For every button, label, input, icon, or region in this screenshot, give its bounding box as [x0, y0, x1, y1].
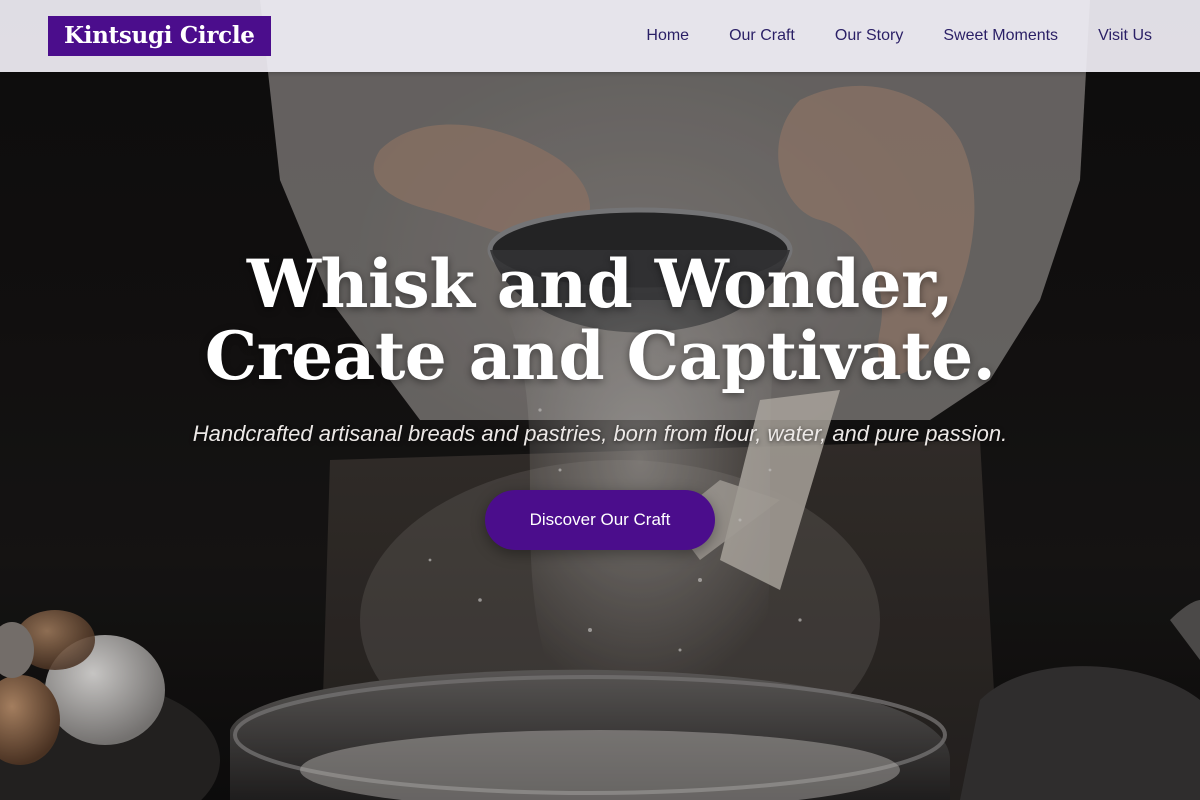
hero-tagline: Handcrafted artisanal breads and pastrie…	[192, 421, 1008, 446]
hero-headline-line-2: Create and Captivate.	[204, 317, 996, 395]
site-header: Kintsugi Circle Home Our Craft Our Story…	[0, 0, 1200, 72]
nav-item-visit-us[interactable]: Visit Us	[1098, 27, 1152, 45]
page: Kintsugi Circle Home Our Craft Our Story…	[0, 0, 1200, 800]
nav-item-home[interactable]: Home	[646, 27, 689, 45]
hero-headline: Whisk and Wonder, Create and Captivate.	[0, 248, 1200, 392]
nav-item-sweet-moments[interactable]: Sweet Moments	[943, 27, 1058, 45]
hero-content: Whisk and Wonder, Create and Captivate. …	[0, 248, 1200, 550]
nav-item-our-story[interactable]: Our Story	[835, 27, 903, 45]
brand-logo[interactable]: Kintsugi Circle	[48, 16, 271, 56]
hero-headline-line-1: Whisk and Wonder,	[246, 245, 954, 323]
nav-item-our-craft[interactable]: Our Craft	[729, 27, 795, 45]
main-nav: Home Our Craft Our Story Sweet Moments V…	[646, 0, 1152, 72]
discover-craft-button[interactable]: Discover Our Craft	[485, 490, 715, 550]
